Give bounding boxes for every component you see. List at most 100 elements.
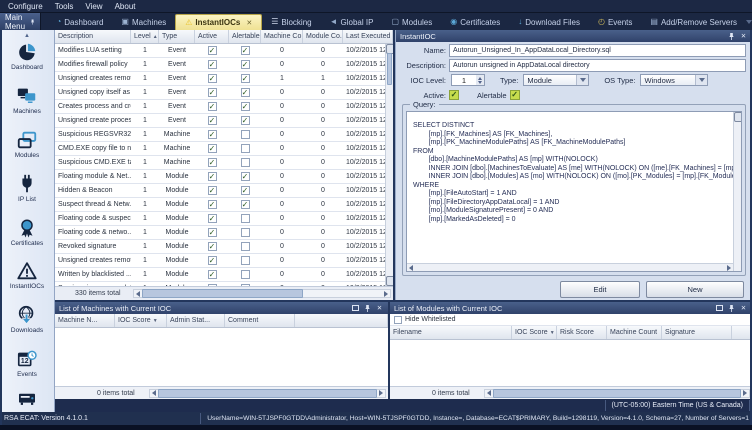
alertable-checkbox[interactable] xyxy=(240,130,250,139)
menu-configure[interactable]: Configure xyxy=(8,2,43,11)
active-checkbox[interactable]: ✓ xyxy=(207,256,217,265)
ioc-table-row[interactable]: CMD.EXE copy file to ne...1Machine✓0010/… xyxy=(55,142,393,156)
ioc-table-row[interactable]: Hidden & Beacon 1 Module ✓ ✓ 0 0 10/2/2015 12:2… xyxy=(55,184,393,198)
active-checkbox[interactable]: ✓ xyxy=(449,90,459,100)
column-header-last-executed[interactable]: Last Executed xyxy=(343,30,393,43)
sidebar-item-events[interactable]: 12 Events xyxy=(0,348,54,378)
active-checkbox[interactable]: ✓ xyxy=(207,144,217,153)
scrollbar-thumb[interactable] xyxy=(141,289,303,298)
ioc-table-horizontal-scrollbar[interactable] xyxy=(132,289,391,298)
sidebar-item-certificates[interactable]: Certificates xyxy=(0,217,54,247)
hide-whitelisted-checkbox[interactable] xyxy=(394,315,402,324)
column-header-risk-score[interactable]: Risk Score xyxy=(557,326,607,339)
query-vertical-scrollbar[interactable] xyxy=(733,112,741,271)
sidebar-item-downloads[interactable]: Downloads xyxy=(0,304,54,334)
scroll-right-icon[interactable] xyxy=(384,290,388,297)
scroll-right-icon[interactable] xyxy=(727,264,731,271)
alertable-checkbox[interactable] xyxy=(240,256,250,265)
ioc-table-row[interactable]: Unsigned create proces... 1 Event ✓ ✓ 0 0 10/2/… xyxy=(55,114,393,128)
main-menu-header[interactable]: Main Menu xyxy=(0,13,42,31)
type-select[interactable]: Module xyxy=(523,74,590,86)
close-icon[interactable]: ✕ xyxy=(739,32,748,41)
column-header-active[interactable]: Active xyxy=(195,30,229,43)
column-header-machine-co[interactable]: Machine Co... xyxy=(261,30,303,43)
pin-icon[interactable] xyxy=(363,304,372,313)
alertable-checkbox[interactable]: ✓ xyxy=(240,172,250,181)
alertable-checkbox[interactable] xyxy=(240,214,250,223)
alertable-checkbox[interactable]: ✓ xyxy=(240,74,250,83)
ioc-table-row[interactable]: Suspect thread & Netw... 1 Module ✓ ✓ 0 0 10/2/… xyxy=(55,198,393,212)
ioc-table-row[interactable]: Revoked signature 1 Module ✓ 0 0 10/2/2015 12:… xyxy=(55,240,393,254)
active-checkbox[interactable]: ✓ xyxy=(207,60,217,69)
alertable-checkbox[interactable]: ✓ xyxy=(240,116,250,125)
alertable-checkbox[interactable]: ✓ xyxy=(240,102,250,111)
machines-horizontal-scrollbar[interactable] xyxy=(148,388,386,398)
ioc-table-row[interactable]: Unsigned creates remot... 1 Event ✓ ✓ 1 1 10/2/… xyxy=(55,72,393,86)
alertable-checkbox[interactable]: ✓ xyxy=(240,200,250,209)
sidebar-item-dashboard[interactable]: Dashboard xyxy=(0,41,54,71)
ioc-table-row[interactable]: Creates process and cre...1Event✓✓0010/2… xyxy=(55,100,393,114)
active-checkbox[interactable]: ✓ xyxy=(207,102,217,111)
os-type-select[interactable]: Windows xyxy=(640,74,709,86)
column-header-signature[interactable]: Signature xyxy=(662,326,732,339)
pin-icon[interactable] xyxy=(727,304,736,313)
sidebar-item-ip-list[interactable]: IP List xyxy=(0,173,54,203)
scroll-left-icon[interactable] xyxy=(151,390,156,396)
scrollbar-thumb[interactable] xyxy=(157,388,377,398)
active-checkbox[interactable]: ✓ xyxy=(207,46,217,55)
query-horizontal-scrollbar[interactable] xyxy=(407,263,733,271)
scroll-left-icon[interactable] xyxy=(409,264,413,271)
sidebar-item-instantiocs[interactable]: InstantIOCs xyxy=(0,260,54,290)
ioc-table-row[interactable]: Services in program data1Module✓0010/2/2… xyxy=(55,282,393,286)
tab-add-remove-servers[interactable]: ▤ Add/Remove Servers xyxy=(641,14,746,30)
tab-instantiocs[interactable]: ⚠ InstantIOCs ✕ xyxy=(175,14,263,30)
sidebar-item-machines[interactable]: Machines xyxy=(0,85,54,115)
tab-blocking[interactable]: ☰ Blocking xyxy=(262,14,320,30)
active-checkbox[interactable]: ✓ xyxy=(207,228,217,237)
tab-machines[interactable]: ▣ Machines xyxy=(112,14,175,30)
column-header-module-co[interactable]: Module Co... xyxy=(303,30,343,43)
sidebar-item-servers[interactable] xyxy=(0,392,54,408)
alertable-checkbox[interactable]: ✓ xyxy=(240,46,250,55)
ioc-table-vertical-scrollbar[interactable] xyxy=(385,44,393,286)
active-checkbox[interactable]: ✓ xyxy=(207,172,217,181)
alertable-checkbox[interactable] xyxy=(240,158,250,167)
ioc-table-row[interactable]: Suspicious CMD.EXE task1Machine✓0010/2/2… xyxy=(55,156,393,170)
active-checkbox[interactable]: ✓ xyxy=(207,270,217,279)
active-checkbox[interactable]: ✓ xyxy=(207,242,217,251)
pin-icon[interactable] xyxy=(727,32,736,41)
alertable-checkbox[interactable] xyxy=(240,270,250,279)
tab-certificates[interactable]: ◉ Certificates xyxy=(441,14,509,30)
active-checkbox[interactable]: ✓ xyxy=(207,130,217,139)
ioc-table-row[interactable]: Modifies firewall policy 1 Event ✓ ✓ 0 0 10/2/2… xyxy=(55,58,393,72)
alertable-checkbox[interactable]: ✓ xyxy=(240,186,250,195)
ioc-table-row[interactable]: Written by blacklisted ... 1 Module ✓ 0 0 10/2… xyxy=(55,268,393,282)
menu-about[interactable]: About xyxy=(115,2,136,11)
scroll-right-icon[interactable] xyxy=(743,390,747,396)
scroll-left-icon[interactable] xyxy=(135,290,140,297)
close-tab-icon[interactable]: ✕ xyxy=(246,19,252,27)
description-field[interactable]: Autorun unsigned in AppDataLocal directo… xyxy=(449,59,746,72)
sidebar-item-modules[interactable]: Modules xyxy=(0,129,54,159)
scroll-down-icon[interactable] xyxy=(386,276,393,286)
ioc-level-stepper[interactable]: 1 xyxy=(451,74,485,86)
active-checkbox[interactable]: ✓ xyxy=(207,74,217,83)
stepper-arrows-icon[interactable] xyxy=(476,75,484,85)
alertable-checkbox[interactable]: ✓ xyxy=(240,60,250,69)
ioc-table-row[interactable]: Floating code & netwo... 1 Module ✓ 0 0 10/2/2… xyxy=(55,226,393,240)
maximize-icon[interactable] xyxy=(351,304,360,313)
edit-button[interactable]: Edit xyxy=(560,280,640,298)
modules-horizontal-scrollbar[interactable] xyxy=(483,388,750,398)
active-checkbox[interactable]: ✓ xyxy=(207,200,217,209)
ioc-table-row[interactable]: Suspicious REGSVR32.E...1Machine✓0010/2/… xyxy=(55,128,393,142)
pin-icon[interactable] xyxy=(30,17,35,27)
ioc-table-row[interactable]: Floating code & suspec... 1 Module ✓ 0 0 10/2/… xyxy=(55,212,393,226)
active-checkbox[interactable]: ✓ xyxy=(207,158,217,167)
active-checkbox[interactable]: ✓ xyxy=(207,284,217,286)
menu-view[interactable]: View xyxy=(85,2,102,11)
active-checkbox[interactable]: ✓ xyxy=(207,186,217,195)
alertable-checkbox[interactable] xyxy=(240,228,250,237)
alertable-checkbox[interactable] xyxy=(240,242,250,251)
column-header-admin-stat[interactable]: Admin Stat... xyxy=(167,314,225,327)
scroll-up-icon[interactable] xyxy=(734,112,741,122)
